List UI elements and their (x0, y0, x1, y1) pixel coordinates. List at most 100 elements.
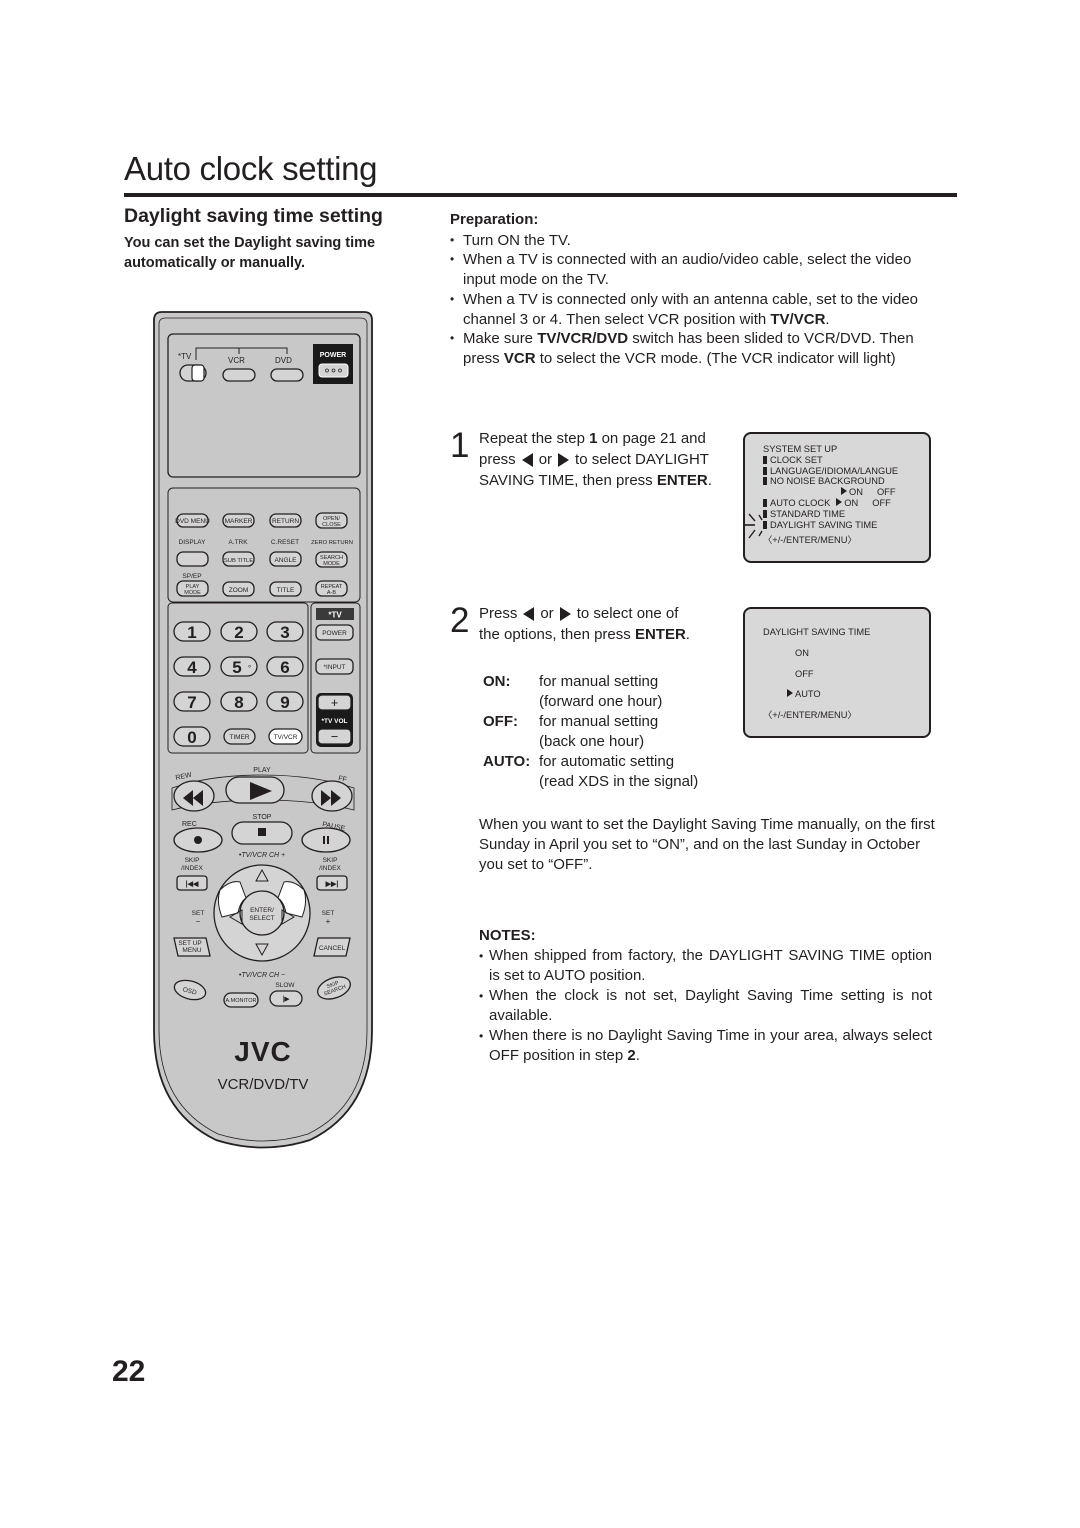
switch-slider[interactable] (191, 364, 205, 382)
prep-item-text: When a TV is connected with an audio/vid… (463, 251, 912, 289)
step-text: SAVING TIME, then press (479, 472, 657, 489)
skip-back-label: SKIP (185, 857, 200, 864)
prep-item-text: Turn ON the TV. (463, 231, 571, 249)
remote-control-svg: .btn { fill: #d4d4d4; stroke: #231f20; s… (153, 311, 373, 1149)
setup-label: SET UP (178, 940, 201, 947)
prep-item: Make sure TV/VCR/DVD switch has been sli… (450, 329, 930, 368)
option-row: AUTO: for automatic setting (483, 752, 739, 772)
cancel-label: CANCEL (319, 945, 346, 952)
vcr-button[interactable] (222, 368, 256, 382)
osd-system-setup-screen: SYSTEM SET UP CLOCK SET LANGUAGE/IDIOMA/… (743, 432, 931, 563)
osd-item-label: NO NOISE BACKGROUND (770, 476, 885, 487)
slow-label: SLOW (275, 982, 295, 989)
step-bold: ENTER (656, 472, 708, 489)
option-row: (back one hour) (483, 732, 739, 752)
tv-vol-label: *TV VOL (321, 718, 347, 725)
digit-label: 0 (187, 728, 196, 747)
note-text: . (635, 1047, 640, 1064)
channel-up-label: •TV/VCR CH + (239, 852, 285, 859)
set-plus-label: SET (322, 910, 335, 917)
skip-forward-icon: ▶▶| (325, 881, 339, 888)
prep-item-text: When a TV is connected only with an ante… (463, 290, 919, 328)
display-label: DISPLAY (179, 539, 207, 546)
pause-icon (327, 836, 329, 844)
option-key-spacer (483, 772, 539, 792)
osd-footer: 〈+/-/ENTER/MENU〉 (763, 710, 857, 721)
minus-icon: − (331, 729, 339, 744)
right-arrow-icon (558, 453, 570, 468)
mode-label: MODE (184, 590, 201, 596)
osd-menu-item: STANDARD TIME (763, 509, 929, 520)
step-number: 2 (450, 601, 470, 640)
left-arrow-icon (523, 607, 535, 622)
step-text: . (685, 626, 690, 643)
pause-button[interactable] (301, 827, 351, 853)
option-row: (read XDS in the signal) (483, 772, 739, 792)
model-label: VCR/DVD/TV (218, 1076, 309, 1093)
digit-label: 5 (232, 658, 241, 677)
rewind-button[interactable] (173, 780, 215, 812)
title-rule (124, 193, 957, 197)
osd-daylight-saving-screen: DAYLIGHT SAVING TIME ON OFF AUTO 〈+/-/EN… (743, 607, 931, 738)
select-label: SELECT (249, 915, 274, 922)
timer-label: TIMER (229, 734, 250, 741)
prep-item-text: Make sure (463, 330, 538, 348)
dvd-button[interactable] (270, 368, 304, 382)
menu-label: MENU (182, 947, 201, 954)
prep-item-bold: TV/VCR/DVD (537, 330, 629, 348)
osd-option-on: ON (795, 647, 809, 658)
subtitle-label: SUB TITLE (224, 558, 253, 564)
zero-return-label: ZERO RETURN (311, 540, 353, 546)
osd-option: ON (844, 497, 859, 508)
osd-title: SYSTEM SET UP (763, 444, 838, 454)
pointer-icon (836, 497, 843, 506)
osd-title: DAYLIGHT SAVING TIME (763, 627, 871, 637)
osd-item-label: DAYLIGHT SAVING TIME (770, 519, 878, 530)
option-value: (forward one hour) (539, 693, 663, 710)
page-number: 22 (112, 1355, 146, 1388)
note-item: When the clock is not set, Daylight Savi… (479, 986, 932, 1026)
step-text: Repeat the step (479, 430, 590, 447)
minus-icon: − (196, 917, 201, 926)
tv-input-label: *INPUT (323, 664, 345, 671)
note-item: When shipped from factory, the DAYLIGHT … (479, 946, 932, 986)
title-label: TITLE (277, 587, 295, 594)
option-value: for automatic setting (539, 753, 675, 770)
option-key: OFF: (483, 713, 518, 730)
page-title: Auto clock setting (124, 150, 378, 187)
bullet-square-icon (763, 466, 767, 475)
display-button[interactable] (176, 551, 209, 567)
mode-label: MODE (323, 561, 340, 567)
angle-label: ANGLE (274, 557, 297, 564)
option-row: OFF: for manual setting (483, 712, 739, 732)
dvd-label: DVD (275, 356, 292, 365)
option-row: (forward one hour) (483, 692, 739, 712)
note-text: When there is no Daylight Saving Time in… (489, 1027, 932, 1064)
osd-menu-item-selected: DAYLIGHT SAVING TIME (745, 513, 929, 538)
prep-item-bold: TV/VCR (770, 310, 826, 328)
digit-label: 7 (187, 693, 196, 712)
spep-label: SP/EP (182, 573, 201, 580)
vcr-label: VCR (228, 356, 245, 365)
enter-label: ENTER/ (250, 907, 274, 914)
osd-item-label: AUTO CLOCK (770, 497, 831, 508)
preparation-section: Preparation: Turn ON the TV. When a TV i… (450, 210, 930, 369)
digit-label: 1 (187, 623, 196, 642)
step-text: Press (479, 605, 518, 622)
power-button[interactable] (318, 363, 349, 378)
osd-item-label: LANGUAGE/IDIOMA/LANGUE (770, 465, 899, 476)
return-label: RETURN (272, 518, 299, 525)
notes-section: NOTES: When shipped from factory, the DA… (479, 926, 932, 1066)
pointer-icon (841, 487, 847, 496)
step-text: to select one of (576, 605, 679, 622)
close-label: CLOSE (322, 522, 341, 528)
osd-option-auto-selected: AUTO (763, 689, 929, 700)
option-key-spacer (483, 692, 539, 712)
bullet-square-icon (763, 455, 767, 464)
option-value: for manual setting (539, 713, 659, 730)
step-body: Repeat the step 1 on page 21 and press or… (479, 428, 740, 491)
step-text: . (707, 472, 712, 489)
slow-play-icon: |▶ (282, 996, 290, 1003)
osd-item-label: CLOCK SET (770, 454, 823, 465)
pointer-icon (787, 689, 793, 698)
